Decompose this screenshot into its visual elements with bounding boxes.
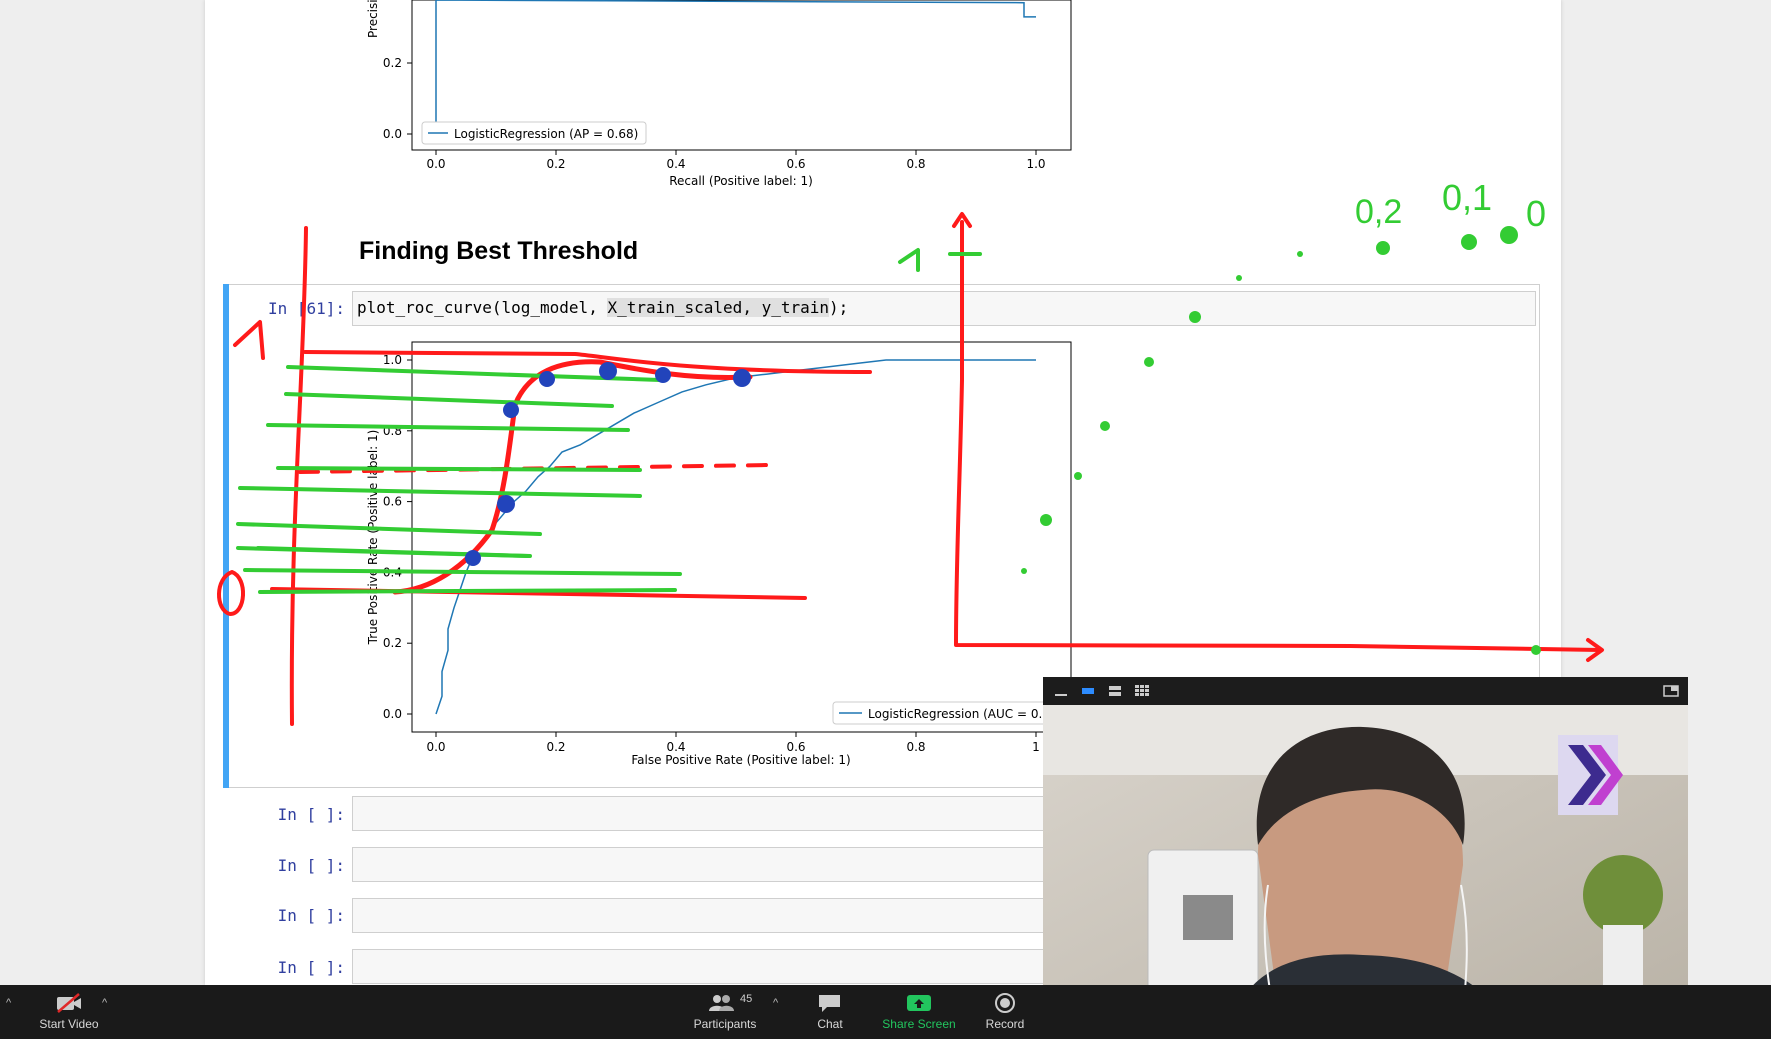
- chat-icon: [819, 995, 840, 1012]
- pr-legend-label: LogisticRegression (AP = 0.68): [454, 127, 638, 141]
- pr-chart: 0.2 0.0 0.0 0.2 0.4 0.6 0.8 1.0 Precisi Recall…: [366, 0, 1072, 188]
- plant: [1583, 855, 1663, 935]
- roc-chart: 1.0 0.8 0.6 0.4 0.2 0.0 0.0 0.2 0.4 0.6 0.8 1 True…: [366, 341, 1072, 767]
- chat-label: Chat: [817, 1017, 843, 1031]
- empty-cell-input[interactable]: [352, 847, 1052, 882]
- pr-y-tick-label: 0.2: [383, 56, 402, 70]
- empty-cell-prompt: In [ ]:: [277, 856, 345, 875]
- roc-x-tick-label: 1: [1032, 740, 1040, 754]
- empty-cell-input[interactable]: [352, 796, 1052, 831]
- roc-y-tick-label: 0.4: [383, 565, 402, 579]
- cell-61-input[interactable]: plot_roc_curve(log_model, X_train_scaled…: [352, 291, 1536, 326]
- pr-y-ticks: 0.2 0.0: [383, 56, 412, 141]
- roc-x-tick-label: 0.2: [546, 740, 565, 754]
- roc-x-tick-label: 0.8: [906, 740, 925, 754]
- roc-y-ticks: 1.0 0.8 0.6 0.4 0.2 0.0: [383, 353, 412, 721]
- share-screen-button[interactable]: Share Screen: [878, 985, 960, 1039]
- pr-x-tick-label: 0.0: [426, 157, 445, 171]
- roc-x-ticks: 0.0 0.2 0.4 0.6 0.8 1: [426, 732, 1040, 754]
- record-label: Record: [985, 1017, 1025, 1031]
- pr-x-tick-label: 0.8: [906, 157, 925, 171]
- video-tile-toolbar: [1043, 677, 1688, 705]
- exit-fullscreen-icon[interactable]: [1663, 684, 1679, 698]
- pr-y-tick-label: 0.0: [383, 127, 402, 141]
- roc-x-tick-label: 0.0: [426, 740, 445, 754]
- roc-ylabel: True Positive Rate (Positive label: 1): [366, 430, 380, 646]
- participants-button[interactable]: 45 Participants: [688, 985, 762, 1039]
- meeting-toolbar: ^ Start Video ^ 45 Participants ^ Chat S…: [0, 985, 1771, 1039]
- start-video-button[interactable]: Start Video: [32, 985, 106, 1039]
- empty-cell-input[interactable]: [352, 898, 1052, 933]
- speaker-view-icon[interactable]: [1080, 684, 1096, 698]
- start-video-label: Start Video: [39, 1017, 99, 1031]
- chevron-up-icon[interactable]: ^: [773, 997, 778, 1009]
- pr-x-tick-label: 0.4: [666, 157, 685, 171]
- roc-legend-label: LogisticRegression (AUC = 0.: [868, 707, 1042, 721]
- chat-button[interactable]: Chat: [800, 985, 860, 1039]
- strip-view-icon[interactable]: [1107, 684, 1123, 698]
- section-heading: Finding Best Threshold: [359, 237, 639, 265]
- roc-y-tick-label: 0.0: [383, 707, 402, 721]
- pr-legend: LogisticRegression (AP = 0.68): [421, 121, 647, 145]
- pr-x-tick-label: 1.0: [1026, 157, 1045, 171]
- roc-x-tick-label: 0.4: [666, 740, 685, 754]
- pr-ylabel: Precisi: [366, 0, 380, 38]
- roc-y-tick-label: 0.2: [383, 636, 402, 650]
- gallery-view-icon[interactable]: [1134, 684, 1150, 698]
- pr-x-ticks: 0.0 0.2 0.4 0.6 0.8 1.0: [426, 150, 1046, 171]
- chevron-up-icon[interactable]: ^: [102, 997, 107, 1009]
- roc-y-tick-label: 0.6: [383, 495, 402, 509]
- cell-61-prompt: In [61]:: [267, 299, 345, 318]
- roc-y-tick-label: 1.0: [383, 353, 402, 367]
- record-icon: [995, 993, 1015, 1013]
- record-button[interactable]: Record: [975, 985, 1035, 1039]
- roc-xlabel: False Positive Rate (Positive label: 1): [631, 753, 850, 767]
- share-screen-icon: [907, 995, 931, 1011]
- annotation-red-arrow-right: [1586, 638, 1604, 662]
- code-text: plot_roc_curve(log_model,: [357, 298, 608, 317]
- brand-badge: [1558, 735, 1618, 815]
- empty-cell-prompt: In [ ]:: [277, 906, 345, 925]
- code-text-end: );: [829, 298, 849, 317]
- empty-cell-input[interactable]: [352, 949, 1052, 984]
- video-off-icon: [57, 993, 81, 1013]
- roc-legend: LogisticRegression (AUC = 0.: [832, 701, 1070, 725]
- empty-cell-prompt: In [ ]:: [277, 805, 345, 824]
- empty-cell-prompt: In [ ]:: [277, 958, 345, 977]
- pr-xlabel: Recall (Positive label: 1): [669, 174, 813, 188]
- roc-y-tick-label: 0.8: [383, 424, 402, 438]
- participants-label: Participants: [693, 1017, 757, 1031]
- participant-count: 45: [740, 993, 753, 1005]
- participants-icon: [709, 995, 734, 1011]
- chevron-up-icon[interactable]: ^: [6, 997, 11, 1009]
- roc-x-tick-label: 0.6: [786, 740, 805, 754]
- minimize-icon[interactable]: [1053, 684, 1069, 698]
- code-highlight: X_train_scaled, y_train: [607, 298, 830, 317]
- share-screen-label: Share Screen: [882, 1017, 956, 1031]
- roc-axes-frame: [411, 341, 1072, 733]
- pr-x-tick-label: 0.2: [546, 157, 565, 171]
- pr-x-tick-label: 0.6: [786, 157, 805, 171]
